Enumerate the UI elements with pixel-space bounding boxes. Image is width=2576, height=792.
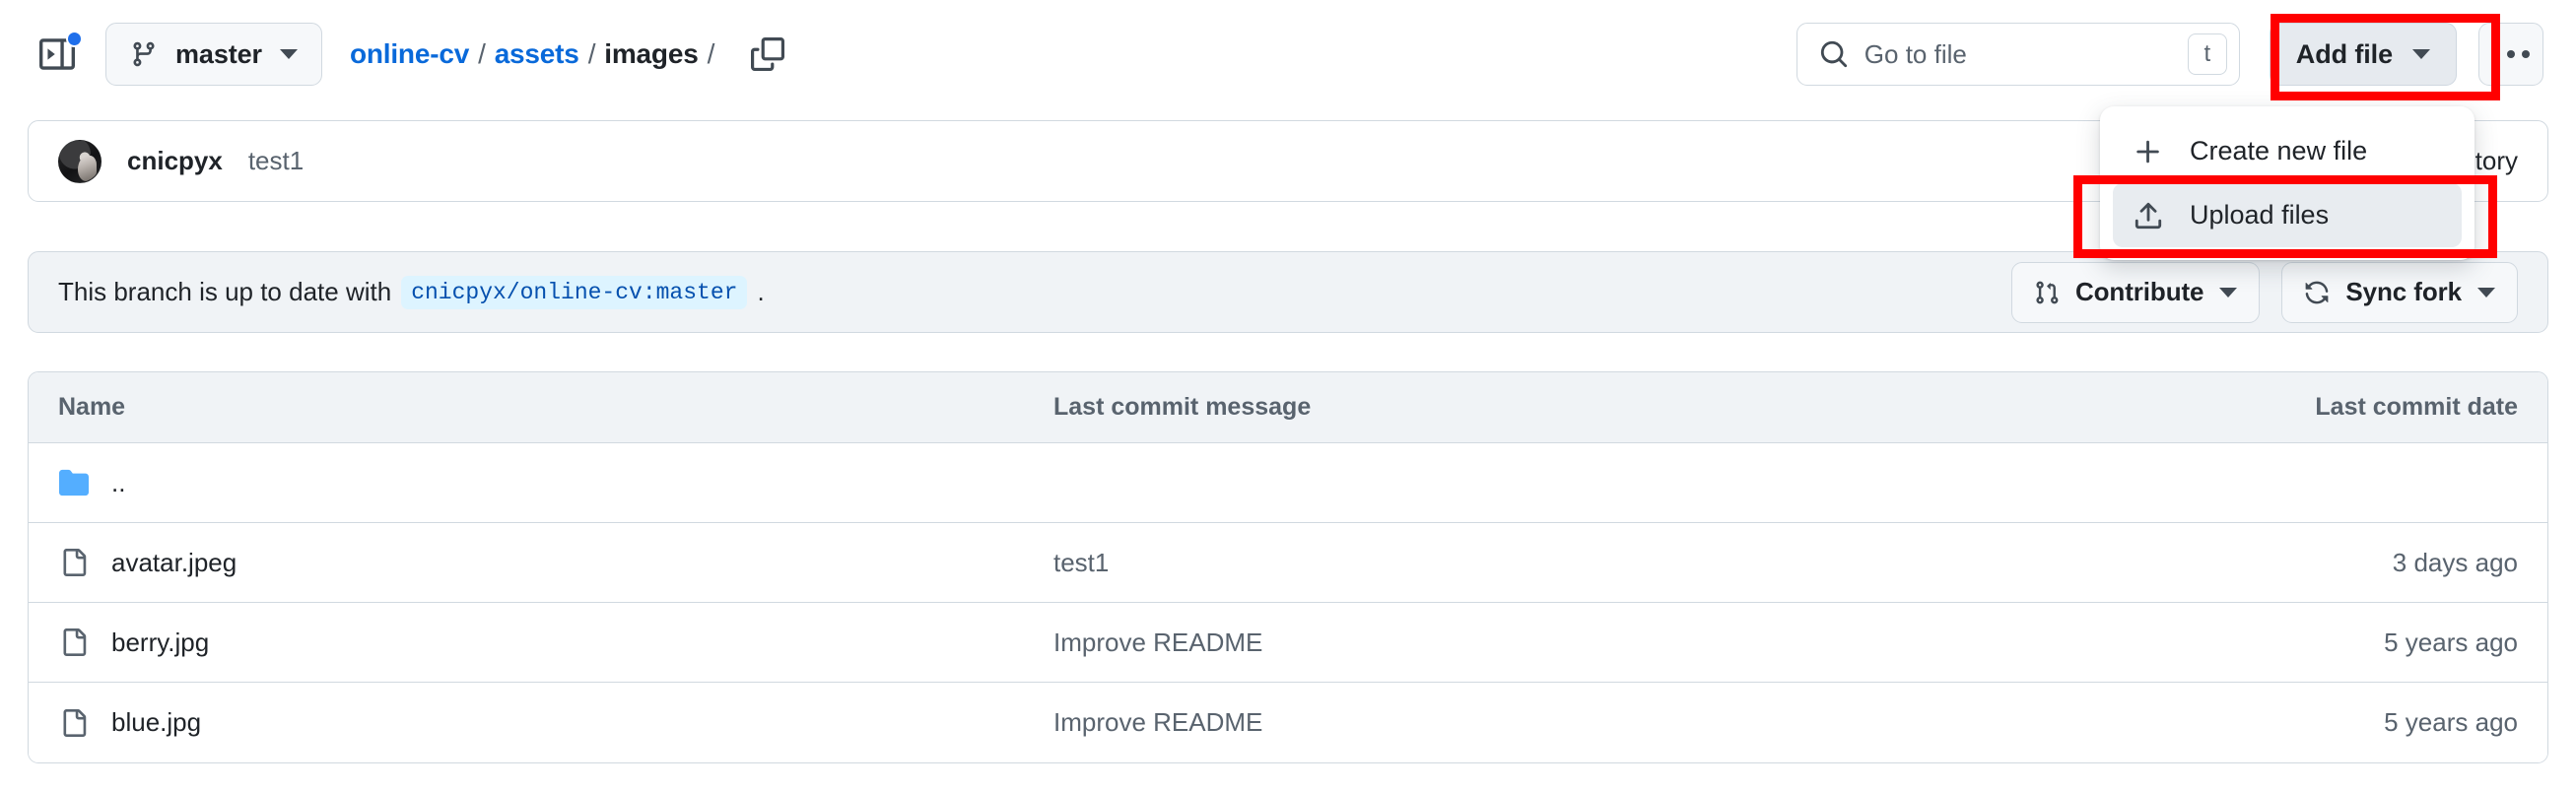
branch-status-prefix: This branch is up to date with bbox=[58, 277, 392, 306]
menu-item-upload-files[interactable]: Upload files bbox=[2113, 183, 2462, 247]
commit-message-text[interactable]: test1 bbox=[1053, 548, 1109, 577]
breadcrumb-segment-images: images bbox=[604, 38, 699, 69]
menu-item-create-new-file[interactable]: Create new file bbox=[2113, 119, 2462, 183]
notification-dot bbox=[66, 31, 83, 47]
kebab-dot bbox=[2522, 50, 2530, 58]
contribute-button[interactable]: Contribute bbox=[2010, 261, 2261, 323]
breadcrumb-repo-link[interactable]: online-cv bbox=[350, 38, 469, 70]
git-pull-request-icon bbox=[2036, 281, 2059, 303]
breadcrumb: online-cv / assets / images / bbox=[350, 38, 723, 70]
file-icon bbox=[58, 547, 90, 578]
commit-message-cell: test1 bbox=[1053, 548, 2104, 578]
add-file-dropdown-menu: Create new file Upload files bbox=[2100, 106, 2474, 260]
table-row[interactable]: berry.jpg Improve README 5 years ago bbox=[29, 603, 2547, 683]
file-name-cell: avatar.jpeg bbox=[58, 547, 1053, 578]
branch-name-label: master bbox=[175, 38, 262, 69]
commit-author-link[interactable]: cnicpyx bbox=[127, 146, 223, 176]
table-row[interactable]: blue.jpg Improve README 5 years ago bbox=[29, 683, 2547, 762]
upload-icon bbox=[2133, 200, 2164, 231]
commit-date-cell: 3 days ago bbox=[2104, 548, 2518, 578]
add-file-label: Add file bbox=[2295, 38, 2393, 69]
file-icon bbox=[58, 707, 90, 739]
add-file-button[interactable]: Add file bbox=[2269, 23, 2457, 86]
commit-message-text[interactable]: Improve README bbox=[1053, 707, 1262, 737]
kebab-dot bbox=[2507, 50, 2515, 58]
file-icon bbox=[58, 627, 90, 658]
file-table: Name Last commit message Last commit dat… bbox=[28, 371, 2548, 763]
file-name-link[interactable]: blue.jpg bbox=[111, 707, 201, 738]
table-row[interactable]: avatar.jpeg test1 3 days ago bbox=[29, 523, 2547, 603]
file-name-link[interactable]: avatar.jpeg bbox=[111, 548, 237, 578]
file-table-header: Name Last commit message Last commit dat… bbox=[29, 372, 2547, 443]
search-input-placeholder: Go to file bbox=[1864, 38, 1967, 69]
sidebar-expand-icon[interactable] bbox=[33, 30, 83, 79]
repo-toolbar: master online-cv / assets / images / Go … bbox=[0, 0, 2576, 108]
column-header-message-cell: Last commit message bbox=[1053, 393, 2104, 422]
more-options-button[interactable] bbox=[2478, 23, 2543, 86]
git-branch-icon bbox=[133, 41, 155, 67]
file-name-cell: .. bbox=[58, 467, 1053, 498]
commit-date-text: 5 years ago bbox=[2384, 707, 2518, 737]
file-name-link[interactable]: berry.jpg bbox=[111, 627, 209, 658]
chevron-down-icon bbox=[2219, 287, 2238, 297]
chevron-down-icon bbox=[2477, 287, 2495, 297]
commit-message-link[interactable]: test1 bbox=[248, 146, 304, 176]
column-header-message: Last commit message bbox=[1053, 393, 1312, 421]
sync-fork-button[interactable]: Sync fork bbox=[2281, 261, 2518, 323]
branch-status-text: This branch is up to date with cnicpyx/o… bbox=[58, 275, 765, 309]
breadcrumb-separator: / bbox=[587, 38, 596, 69]
table-row[interactable]: .. bbox=[29, 443, 2547, 523]
commit-message-cell: Improve README bbox=[1053, 627, 2104, 658]
menu-item-label: Upload files bbox=[2190, 200, 2330, 230]
add-file-wrapper: Add file bbox=[2269, 23, 2457, 86]
kebab-dot bbox=[2492, 50, 2500, 58]
commit-date-text: 3 days ago bbox=[2392, 547, 2518, 577]
branch-selector-button[interactable]: master bbox=[105, 23, 322, 86]
column-header-date-cell: Last commit date bbox=[2104, 393, 2518, 422]
breadcrumb-separator: / bbox=[478, 38, 486, 69]
search-shortcut-key: t bbox=[2187, 33, 2227, 75]
chevron-down-icon bbox=[279, 49, 298, 59]
sync-icon bbox=[2306, 281, 2329, 303]
file-name-cell: blue.jpg bbox=[58, 707, 1053, 739]
commit-message-text[interactable]: Improve README bbox=[1053, 627, 1262, 657]
file-name-link[interactable]: .. bbox=[111, 468, 125, 498]
column-header-name-cell: Name bbox=[58, 393, 1053, 422]
branch-status-suffix: . bbox=[757, 277, 765, 306]
avatar[interactable] bbox=[58, 139, 102, 183]
commit-date-text: 5 years ago bbox=[2384, 627, 2518, 657]
copy-icon[interactable] bbox=[745, 32, 790, 77]
plus-icon bbox=[2133, 136, 2164, 167]
sync-fork-label: Sync fork bbox=[2345, 277, 2462, 306]
menu-item-label: Create new file bbox=[2190, 136, 2368, 165]
branch-status-actions: Contribute Sync fork bbox=[2010, 261, 2518, 323]
contribute-label: Contribute bbox=[2074, 277, 2204, 306]
breadcrumb-separator-trailing: / bbox=[707, 38, 715, 69]
go-to-file-search[interactable]: Go to file t bbox=[1796, 23, 2240, 86]
chevron-down-icon bbox=[2412, 49, 2430, 59]
folder-icon bbox=[58, 467, 90, 498]
column-header-date: Last commit date bbox=[2315, 393, 2518, 421]
commit-message-cell: Improve README bbox=[1053, 707, 2104, 738]
toolbar-right-group: Go to file t Add file bbox=[1796, 23, 2543, 86]
file-name-cell: berry.jpg bbox=[58, 627, 1053, 658]
upstream-ref[interactable]: cnicpyx/online-cv:master bbox=[401, 275, 748, 309]
search-icon bbox=[1820, 40, 1847, 68]
branch-status-bar: This branch is up to date with cnicpyx/o… bbox=[28, 251, 2548, 333]
commit-date-cell: 5 years ago bbox=[2104, 627, 2518, 658]
repo-file-browser: master online-cv / assets / images / Go … bbox=[0, 0, 2576, 792]
commit-date-cell: 5 years ago bbox=[2104, 707, 2518, 738]
breadcrumb-segment-assets[interactable]: assets bbox=[495, 38, 579, 70]
column-header-name: Name bbox=[58, 393, 126, 421]
